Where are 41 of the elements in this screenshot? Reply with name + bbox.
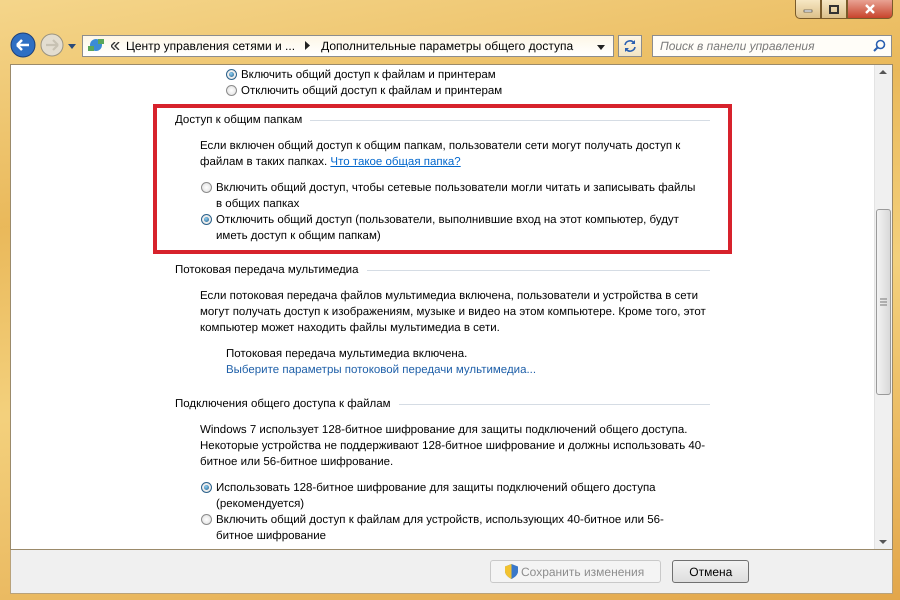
radio-label: Использовать 128-битное шифрование для защиты подключений общего доступа (рекомендуется) bbox=[216, 481, 657, 512]
back-button[interactable] bbox=[10, 32, 36, 60]
chevron-icon[interactable] bbox=[111, 39, 120, 53]
scrollbar-thumb[interactable] bbox=[876, 209, 891, 395]
section-description: Если включен общий доступ к общим папкам, пользователи сети могут получать доступ к файлам в таких папках. Что такое общая папка? bbox=[200, 139, 682, 170]
section-title: Потоковая передача мультимедиа bbox=[175, 263, 359, 278]
refresh-button[interactable] bbox=[618, 35, 642, 57]
radio-label: Включить общий доступ, чтобы сетевые пользователи могли читать и записывать файлы в общих папках bbox=[216, 181, 696, 212]
close-icon bbox=[864, 4, 876, 14]
radio-button[interactable] bbox=[201, 482, 212, 493]
scrollbar[interactable] bbox=[874, 65, 892, 549]
section-title: Доступ к общим папкам bbox=[175, 113, 302, 128]
radio-button[interactable] bbox=[201, 514, 212, 525]
shield-icon bbox=[505, 564, 518, 579]
separator-arrow-icon[interactable] bbox=[305, 39, 312, 53]
radio-label: Включить общий доступ к файлам для устройств, использующих 40-битное или 56-битное шифрование bbox=[216, 513, 665, 544]
maximize-button[interactable] bbox=[821, 0, 847, 19]
breadcrumb[interactable]: Центр управления сетями и ... bbox=[126, 39, 296, 53]
minimize-button[interactable] bbox=[795, 0, 821, 19]
radio-button[interactable] bbox=[201, 214, 212, 225]
section-title: Подключения общего доступа к файлам bbox=[175, 397, 391, 412]
radio-label: Отключить общий доступ к файлам и принтерам bbox=[241, 84, 502, 99]
radio-button[interactable] bbox=[226, 85, 237, 96]
cancel-button[interactable]: Отмена bbox=[672, 560, 750, 583]
status-text: Потоковая передача мультимедиа включена. bbox=[226, 347, 468, 362]
search-field[interactable]: Поиск в панели управления bbox=[652, 35, 892, 57]
radio-button[interactable] bbox=[201, 182, 212, 193]
maximize-icon bbox=[829, 4, 839, 14]
refresh-icon bbox=[623, 39, 638, 53]
settings-link[interactable]: Выберите параметры потоковой передачи мультимедиа... bbox=[226, 362, 536, 378]
grip-icon bbox=[880, 298, 887, 306]
help-link[interactable]: Что такое общая папка? bbox=[330, 156, 461, 168]
search-icon[interactable] bbox=[873, 39, 886, 52]
breadcrumb[interactable]: Дополнительные параметры общего доступа bbox=[321, 39, 574, 53]
address-bar[interactable]: Центр управления сетями и ... Дополнительные параметры общего доступа bbox=[82, 35, 614, 57]
section-description: Если потоковая передача файлов мультимедиа включена, пользователи и устройства в сети могут получать доступ к изображениям, музыке и видео на этом компьютере. Кроме того, этот компьютер может находить файлы мультимедиа в сети. bbox=[200, 289, 707, 336]
close-button[interactable] bbox=[847, 0, 893, 19]
radio-button[interactable] bbox=[226, 69, 237, 80]
section-description: Windows 7 использует 128-битное шифрование для защиты подключений общего доступа. Некоторые устройства не поддерживают 128-битное шифрование и должны использовать 40-битное или 56-битное шифрование. bbox=[200, 423, 706, 470]
radio-label: Отключить общий доступ (пользователи, выполнившие вход на этот компьютер, будут иметь доступ к общим папкам) bbox=[216, 213, 680, 244]
radio-label: Включить общий доступ к файлам и принтерам bbox=[241, 68, 496, 83]
